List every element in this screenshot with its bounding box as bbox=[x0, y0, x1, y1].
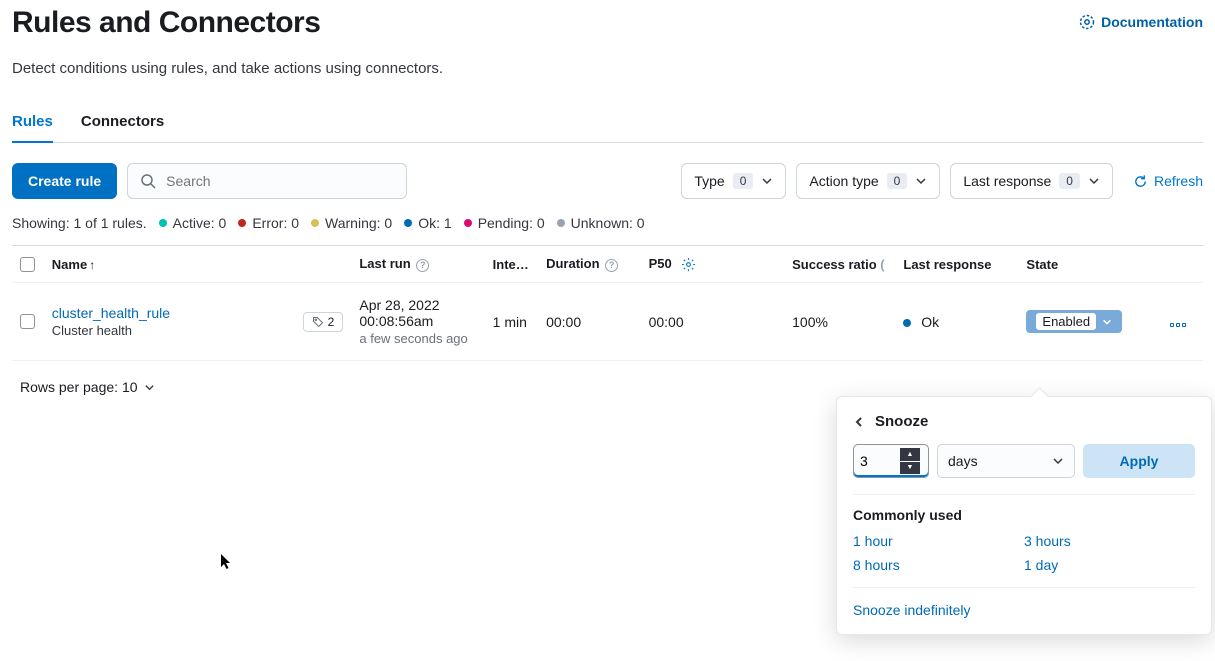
snooze-title: Snooze bbox=[875, 413, 928, 430]
cell-duration: 00:00 bbox=[538, 283, 641, 361]
documentation-link[interactable]: Documentation bbox=[1079, 14, 1203, 30]
tag-count-value: 2 bbox=[328, 315, 335, 329]
table-row: cluster_health_rule Cluster health 2 Apr… bbox=[12, 283, 1203, 361]
refresh-label: Refresh bbox=[1154, 173, 1203, 189]
status-warning[interactable]: Warning: 0 bbox=[325, 215, 392, 231]
status-dot-warning bbox=[311, 219, 319, 227]
chevron-down-icon bbox=[1088, 175, 1100, 187]
filter-type[interactable]: Type 0 bbox=[681, 163, 786, 199]
search-input[interactable] bbox=[164, 172, 394, 190]
col-duration[interactable]: Duration ? bbox=[538, 246, 641, 283]
chevron-down-icon bbox=[144, 382, 155, 393]
row-actions-menu[interactable] bbox=[1170, 323, 1186, 327]
lastrun-ago: a few seconds ago bbox=[359, 331, 476, 346]
status-dot-error bbox=[238, 219, 246, 227]
state-dropdown[interactable]: Enabled bbox=[1026, 310, 1122, 333]
rule-name-link[interactable]: cluster_health_rule bbox=[52, 305, 170, 321]
snooze-popover: Snooze ▲ ▼ days Apply Commonly used 1 ho… bbox=[836, 396, 1212, 635]
chevron-down-icon bbox=[1052, 455, 1064, 467]
documentation-label: Documentation bbox=[1101, 14, 1203, 30]
tab-connectors[interactable]: Connectors bbox=[81, 113, 164, 142]
snooze-indefinitely[interactable]: Snooze indefinitely bbox=[853, 602, 1195, 618]
stepper-down[interactable]: ▼ bbox=[900, 462, 920, 475]
status-unknown[interactable]: Unknown: 0 bbox=[571, 215, 645, 231]
sort-asc-icon: ↑ bbox=[89, 258, 95, 272]
tab-bar: Rules Connectors bbox=[12, 113, 1203, 143]
filter-last-response[interactable]: Last response 0 bbox=[950, 163, 1113, 199]
status-active[interactable]: Active: 0 bbox=[173, 215, 227, 231]
col-state[interactable]: State bbox=[1018, 246, 1162, 283]
info-icon: ? bbox=[416, 259, 429, 272]
response-dot bbox=[903, 319, 911, 327]
chevron-down-icon bbox=[915, 175, 927, 187]
gear-icon[interactable] bbox=[681, 257, 696, 272]
snooze-unit-select[interactable]: days bbox=[937, 444, 1075, 478]
row-checkbox[interactable] bbox=[20, 314, 35, 329]
cell-p50: 00:00 bbox=[641, 283, 785, 361]
select-all-checkbox[interactable] bbox=[20, 257, 35, 272]
filter-type-label: Type bbox=[694, 173, 724, 189]
showing-text: Showing: 1 of 1 rules. bbox=[12, 215, 147, 231]
search-icon bbox=[140, 173, 156, 189]
filter-action-count: 0 bbox=[887, 173, 908, 189]
tab-rules[interactable]: Rules bbox=[12, 113, 53, 142]
stepper-up[interactable]: ▲ bbox=[900, 448, 920, 462]
status-dot-unknown bbox=[557, 219, 565, 227]
cell-success: 100% bbox=[784, 283, 895, 361]
info-icon: ? bbox=[605, 259, 618, 272]
cursor-icon bbox=[220, 553, 234, 571]
col-success[interactable]: Success ratio ( bbox=[784, 246, 895, 283]
filter-response-count: 0 bbox=[1059, 173, 1080, 189]
state-value: Enabled bbox=[1036, 313, 1096, 330]
cell-lastresp: Ok bbox=[921, 314, 939, 330]
col-interval[interactable]: Inte… bbox=[485, 246, 538, 283]
filter-action-label: Action type bbox=[809, 173, 878, 189]
snooze-apply-button[interactable]: Apply bbox=[1083, 444, 1195, 478]
chevron-down-icon bbox=[761, 175, 773, 187]
tag-icon bbox=[312, 316, 324, 328]
chevron-down-icon bbox=[1102, 317, 1112, 327]
snooze-value-input-wrap[interactable]: ▲ ▼ bbox=[853, 444, 929, 478]
status-error[interactable]: Error: 0 bbox=[252, 215, 299, 231]
rows-per-page-select[interactable]: Rows per page: 10 bbox=[20, 379, 155, 395]
chevron-left-icon bbox=[853, 416, 865, 428]
help-icon bbox=[1079, 14, 1095, 30]
snooze-opt-8h[interactable]: 8 hours bbox=[853, 557, 1024, 573]
refresh-icon bbox=[1133, 174, 1148, 189]
filter-type-count: 0 bbox=[733, 173, 754, 189]
page-title: Rules and Connectors bbox=[12, 6, 320, 40]
search-input-wrap[interactable] bbox=[127, 163, 407, 199]
refresh-button[interactable]: Refresh bbox=[1133, 173, 1203, 189]
col-name[interactable]: Name↑ bbox=[44, 246, 352, 283]
status-dot-active bbox=[159, 219, 167, 227]
status-dot-pending bbox=[464, 219, 472, 227]
snooze-unit-value: days bbox=[948, 453, 978, 469]
status-ok[interactable]: Ok: 1 bbox=[418, 215, 451, 231]
col-lastresp[interactable]: Last response bbox=[895, 246, 1018, 283]
cell-interval: 1 min bbox=[485, 283, 538, 361]
snooze-opt-1d[interactable]: 1 day bbox=[1024, 557, 1195, 573]
page-subtitle: Detect conditions using rules, and take … bbox=[12, 60, 1203, 77]
status-summary: Showing: 1 of 1 rules. Active: 0 Error: … bbox=[12, 215, 1203, 231]
filter-response-label: Last response bbox=[963, 173, 1051, 189]
col-lastrun[interactable]: Last run ? bbox=[351, 246, 484, 283]
snooze-back[interactable]: Snooze bbox=[853, 413, 1195, 430]
lastrun-date: Apr 28, 2022 00:08:56am bbox=[359, 297, 476, 329]
commonly-used-title: Commonly used bbox=[853, 507, 1195, 523]
snooze-value-input[interactable] bbox=[854, 445, 900, 477]
rules-table: Name↑ Last run ? Inte… Duration ? P50 Su… bbox=[12, 245, 1203, 361]
create-rule-button[interactable]: Create rule bbox=[12, 163, 117, 199]
rule-type-label: Cluster health bbox=[52, 323, 170, 338]
status-pending[interactable]: Pending: 0 bbox=[478, 215, 545, 231]
snooze-opt-3h[interactable]: 3 hours bbox=[1024, 533, 1195, 549]
tag-count-chip[interactable]: 2 bbox=[303, 312, 344, 332]
filter-action-type[interactable]: Action type 0 bbox=[796, 163, 940, 199]
snooze-opt-1h[interactable]: 1 hour bbox=[853, 533, 1024, 549]
rows-per-page-label: Rows per page: 10 bbox=[20, 379, 138, 395]
col-p50[interactable]: P50 bbox=[641, 246, 785, 283]
status-dot-ok bbox=[404, 219, 412, 227]
